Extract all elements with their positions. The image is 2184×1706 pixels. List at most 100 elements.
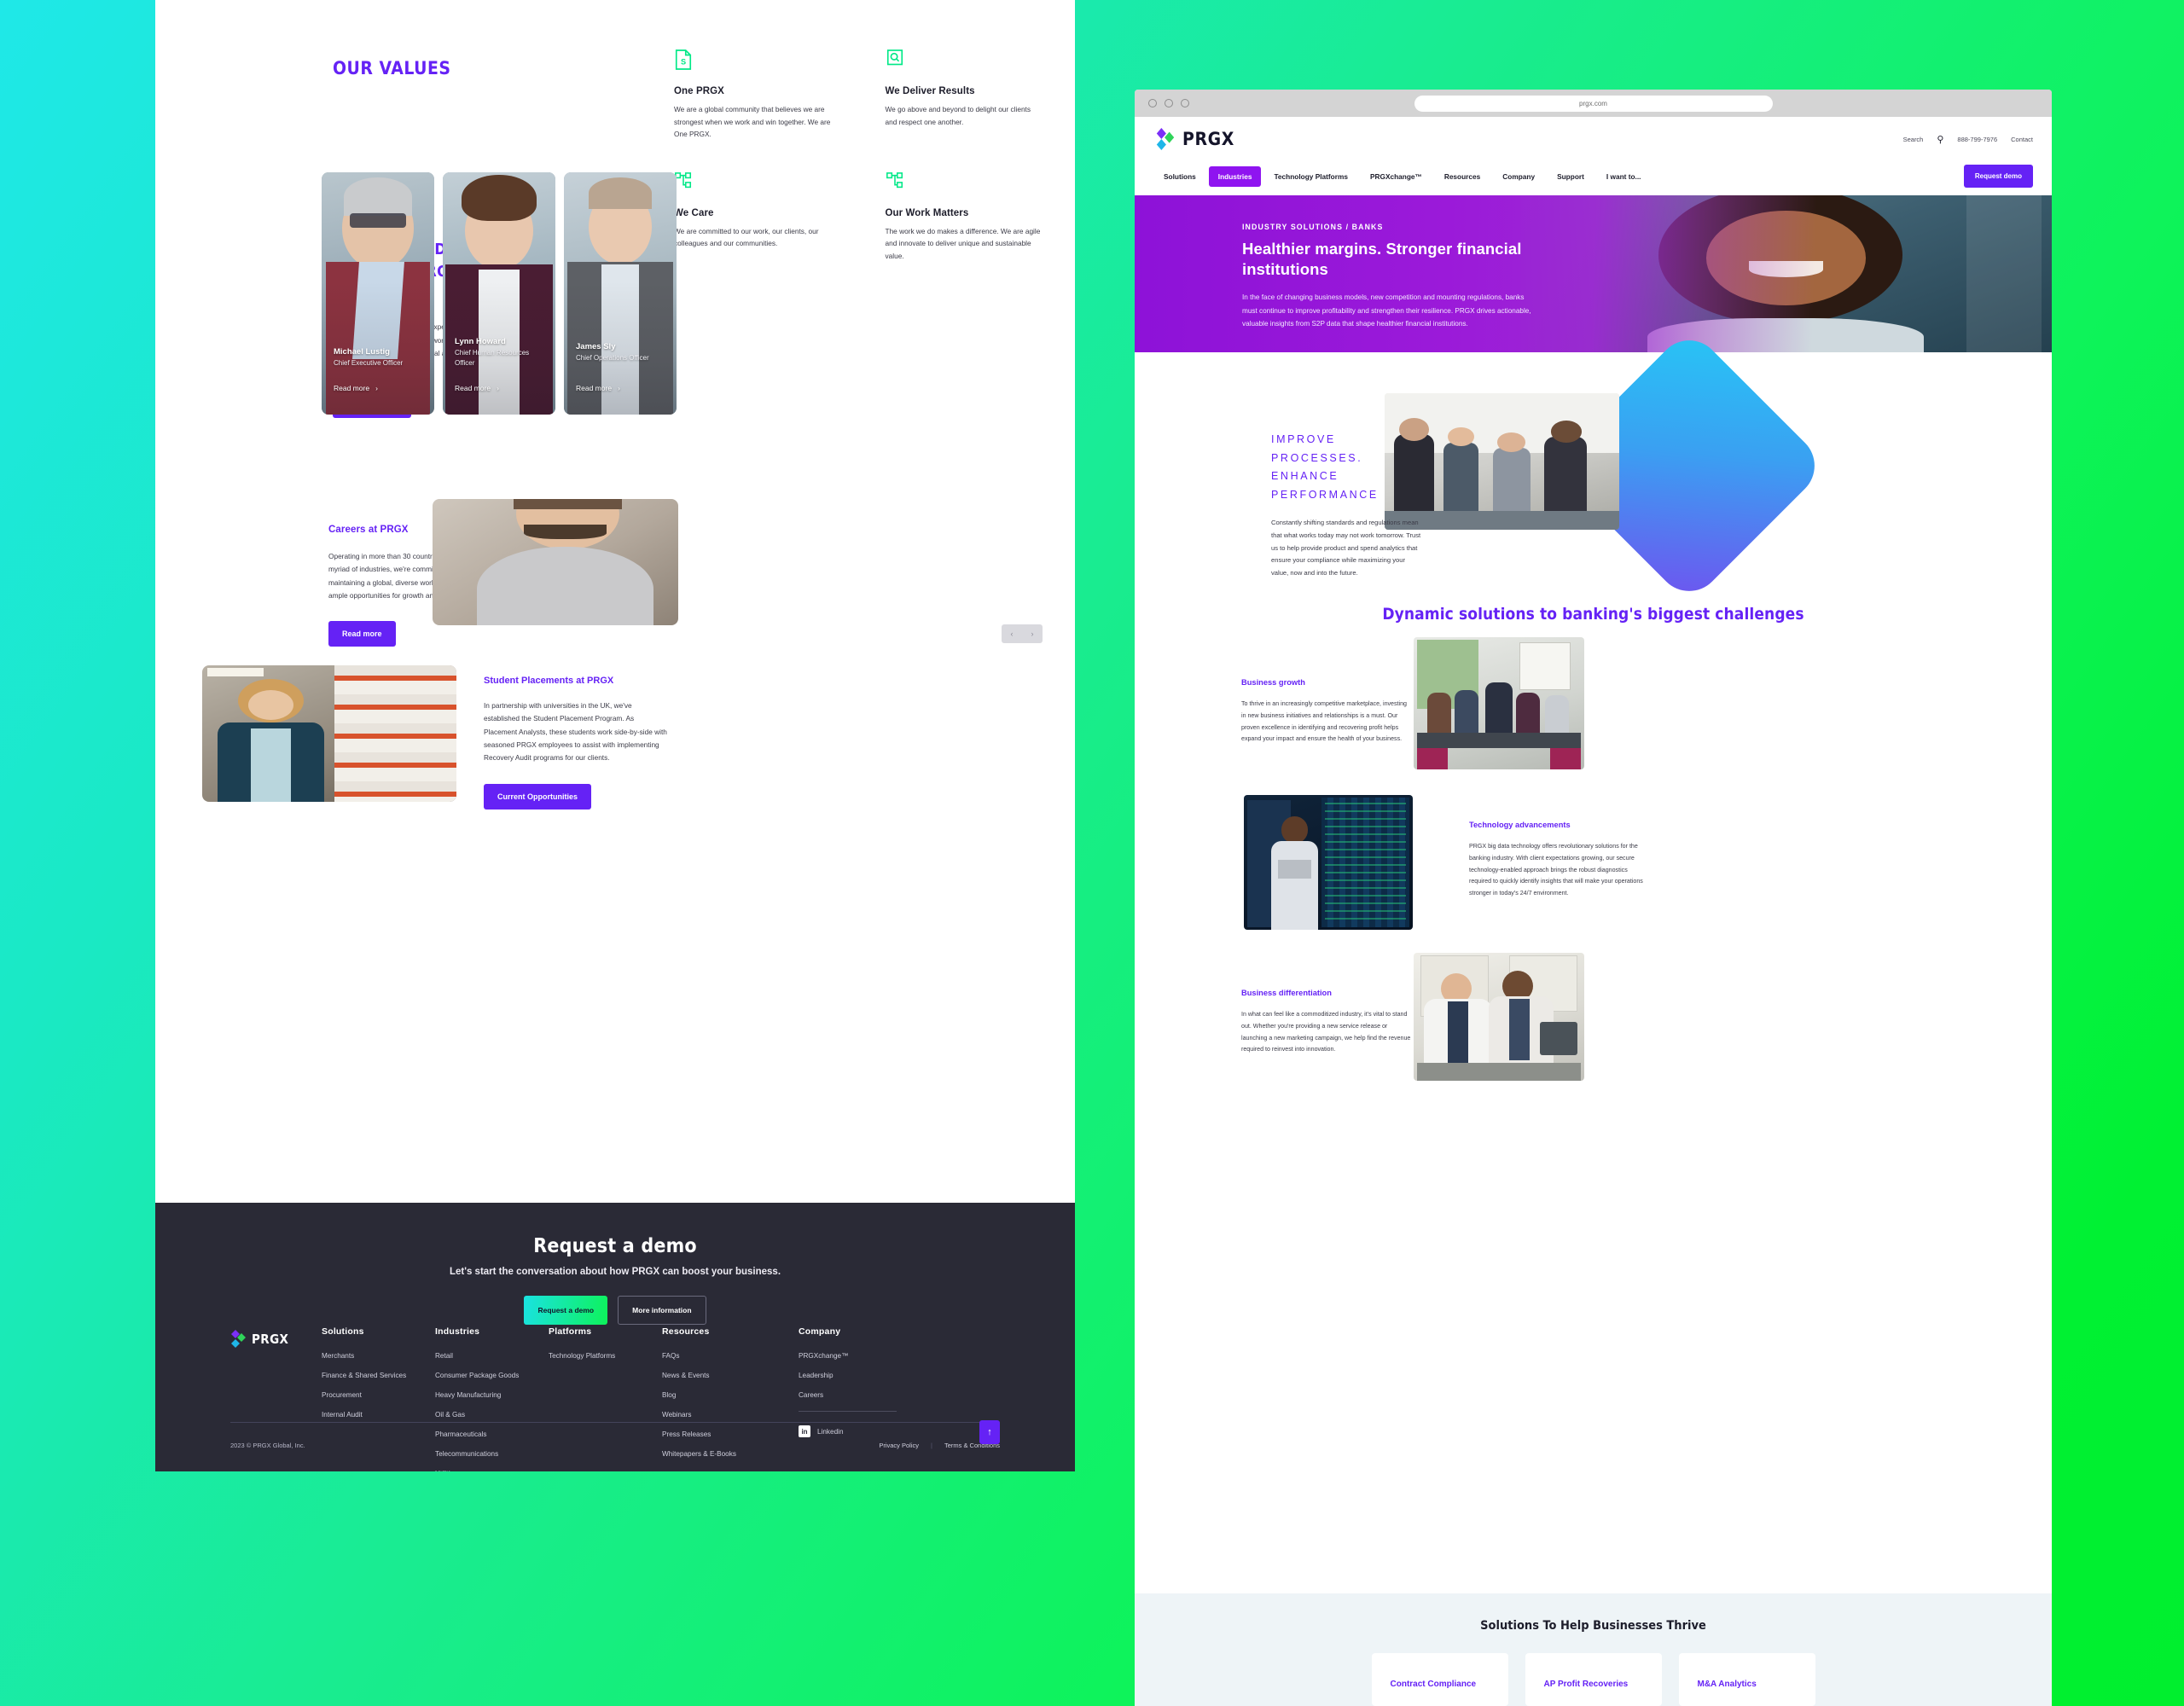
nav-links: Solutions Industries Technology Platform… [1154, 166, 1650, 187]
nav-item-technology-platforms[interactable]: Technology Platforms [1264, 166, 1357, 187]
footer-link[interactable]: Blog [662, 1391, 799, 1399]
prgx-diamond-logo-icon [231, 1330, 246, 1348]
section-title-our-values: OUR VALUES [333, 58, 451, 78]
request-demo-button[interactable]: Request a demo [524, 1296, 608, 1325]
request-demo-buttons: Request a demo More information [155, 1296, 1075, 1325]
nav-item-company[interactable]: Company [1493, 166, 1544, 187]
footer-link[interactable]: Utilities [435, 1470, 549, 1471]
footer-link[interactable]: PRGXchange™ [799, 1352, 912, 1360]
footer-link[interactable]: Careers [799, 1391, 912, 1399]
copyright-text: 2023 © PRGX Global, Inc. [230, 1442, 305, 1449]
site-header: PRGX Search ⚲ 888-799-7976 Contact [1135, 117, 2052, 161]
careers-read-more-button[interactable]: Read more [328, 621, 396, 647]
footer-link[interactable]: Internal Audit [322, 1411, 435, 1419]
footer-link[interactable]: FAQs [662, 1352, 799, 1360]
footer-columns: PRGX Solutions Merchants Finance & Share… [230, 1326, 1000, 1471]
nav-item-solutions[interactable]: Solutions [1154, 166, 1205, 187]
student-placements-text: Student Placements at PRGX In partnershi… [484, 676, 667, 809]
challenge-title: Business differentiation [1241, 989, 1332, 997]
nav-item-resources[interactable]: Resources [1435, 166, 1490, 187]
address-bar[interactable]: prgx.com [1414, 95, 1773, 112]
thrive-heading: Solutions To Help Businesses Thrive [1480, 1619, 1706, 1633]
carousel-prev-icon[interactable]: ‹ [1011, 630, 1014, 638]
request-demo-block: Request a demo Let's start the conversat… [155, 1203, 1075, 1325]
window-controls[interactable] [1148, 99, 1189, 107]
leader-read-more-link[interactable]: Read more › [576, 384, 620, 392]
leader-role: Chief Operations Officer [576, 354, 649, 362]
maximize-icon[interactable] [1181, 99, 1189, 107]
improve-processes-body: Constantly shifting standards and regula… [1271, 519, 1421, 577]
nav-item-i-want-to[interactable]: I want to... [1597, 166, 1651, 187]
student-placements-title: Student Placements at PRGX [484, 676, 614, 686]
leader-card[interactable]: Michael Lustig Chief Executive Officer R… [322, 172, 434, 415]
thrive-card-label: M&A Analytics [1697, 1680, 1757, 1689]
value-title: One PRGX [674, 86, 724, 96]
contact-link[interactable]: Contact [2011, 136, 2033, 143]
challenge-item-technology: Technology advancements PRGX big data te… [1469, 821, 1644, 900]
nav-item-prgxchange[interactable]: PRGXchange™ [1361, 166, 1432, 187]
footer-divider [799, 1411, 897, 1412]
more-information-button[interactable]: More information [618, 1296, 706, 1325]
footer-link[interactable]: Whitepapers & E-Books [662, 1450, 799, 1458]
challenge-body: In what can feel like a commoditized ind… [1241, 1011, 1411, 1053]
footer-link[interactable]: Finance & Shared Services [322, 1372, 435, 1379]
thrive-card-ma-analytics[interactable]: M&A Analytics [1678, 1653, 1815, 1706]
footer-link[interactable]: Merchants [322, 1352, 435, 1360]
footer-column-heading: Platforms [549, 1326, 592, 1337]
footer-link[interactable]: Oil & Gas [435, 1411, 549, 1419]
main-navigation: Solutions Industries Technology Platform… [1135, 161, 2052, 195]
close-icon[interactable] [1148, 99, 1157, 107]
challenges-section: Business growth To thrive in an increasi… [1135, 637, 2052, 1081]
footer-link[interactable]: Procurement [322, 1391, 435, 1399]
footer-logo-text: PRGX [252, 1331, 289, 1347]
nav-item-industries[interactable]: Industries [1208, 166, 1262, 187]
search-icon[interactable]: ⚲ [1937, 134, 1943, 145]
request-demo-nav-button[interactable]: Request demo [1963, 165, 2033, 188]
footer-link[interactable]: Leadership [799, 1372, 912, 1379]
thrive-card-label: Contract Compliance [1390, 1680, 1477, 1689]
hero-copy: INDUSTRY SOLUTIONS / BANKS Healthier mar… [1242, 223, 1532, 331]
leader-carousel: Michael Lustig Chief Executive Officer R… [322, 172, 677, 415]
leader-caption: James Sly Chief Operations Officer [576, 342, 668, 363]
footer-link[interactable]: Technology Platforms [549, 1352, 662, 1360]
carousel-next-icon[interactable]: › [1031, 630, 1034, 638]
thrive-card-ap-profit-recoveries[interactable]: AP Profit Recoveries [1525, 1653, 1662, 1706]
footer-link[interactable]: Heavy Manufacturing [435, 1391, 549, 1399]
site-logo[interactable]: PRGX [1154, 128, 1234, 150]
search-label[interactable]: Search [1903, 136, 1924, 143]
magnifier-square-icon [886, 49, 903, 66]
challenge-title: Technology advancements [1469, 821, 1571, 829]
footer-link[interactable]: Webinars [662, 1411, 799, 1419]
nav-item-support[interactable]: Support [1548, 166, 1594, 187]
footer-link[interactable]: Telecommunications [435, 1450, 549, 1458]
footer-link[interactable]: Retail [435, 1352, 549, 1360]
footer-logo[interactable]: PRGX [230, 1326, 322, 1471]
header-utilities: Search ⚲ 888-799-7976 Contact [1903, 134, 2033, 145]
footer-link[interactable]: Consumer Package Goods [435, 1372, 549, 1379]
footer-link[interactable]: News & Events [662, 1372, 799, 1379]
footer-bottom-divider [230, 1422, 1000, 1423]
back-to-top-button[interactable]: ↑ [979, 1420, 1000, 1444]
footer-column-industries: Industries Retail Consumer Package Goods… [435, 1326, 549, 1471]
brand-name: PRGX [1182, 129, 1234, 149]
hero-banner: INDUSTRY SOLUTIONS / BANKS Healthier mar… [1135, 195, 2052, 352]
challenges-heading: Dynamic solutions to banking's biggest c… [1382, 605, 1804, 624]
network-nodes-icon [675, 171, 692, 188]
footer-column-platforms: Platforms Technology Platforms [549, 1326, 662, 1471]
improve-processes-section: IMPROVE PROCESSES. ENHANCE PERFORMANCE C… [1135, 327, 2052, 605]
privacy-policy-link[interactable]: Privacy Policy [879, 1442, 919, 1449]
current-opportunities-button[interactable]: Current Opportunities [484, 783, 591, 809]
leader-read-more-link[interactable]: Read more › [455, 384, 499, 392]
phone-number[interactable]: 888-799-7976 [1957, 136, 1997, 143]
svg-text:S: S [681, 58, 686, 67]
thrive-card-contract-compliance[interactable]: Contract Compliance [1371, 1653, 1508, 1706]
leader-card[interactable]: Lynn Howard Chief Human Resources Office… [443, 172, 555, 415]
leader-read-more-link[interactable]: Read more › [334, 384, 378, 392]
value-title: We Deliver Results [885, 86, 975, 96]
leader-card[interactable]: James Sly Chief Operations Officer Read … [564, 172, 677, 415]
left-page-screenshot: OUR VALUES S One PRGX We are a global co… [155, 0, 1075, 1471]
minimize-icon[interactable] [1165, 99, 1173, 107]
challenge-image-business-growth [1414, 637, 1584, 769]
carousel-navigation[interactable]: ‹ › [1002, 624, 1043, 643]
hero-body: In the face of changing business models,… [1242, 293, 1531, 328]
